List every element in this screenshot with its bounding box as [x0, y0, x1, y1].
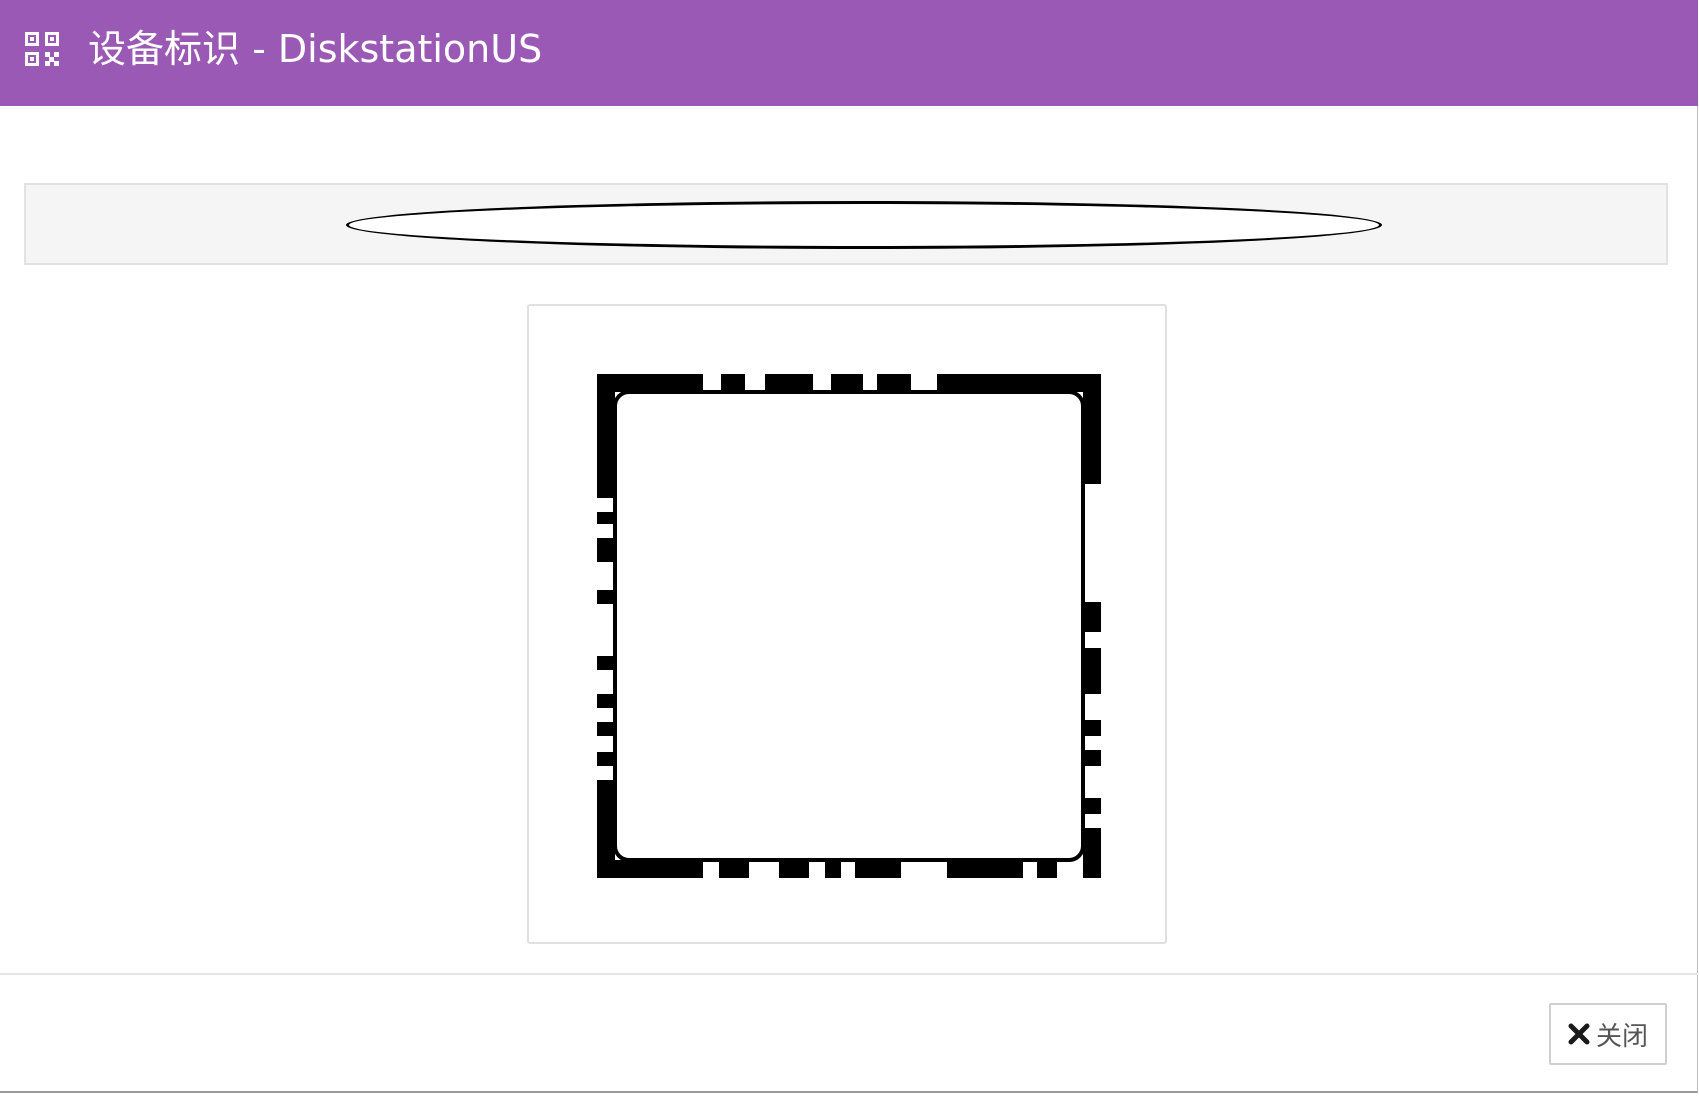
qr-code-image	[597, 374, 1101, 878]
close-button-label: 关闭	[1595, 1021, 1648, 1052]
qrcode-icon	[25, 32, 59, 66]
dialog-title-bar: 设备标识 - DiskstationUS	[0, 0, 1698, 106]
qr-code-frame	[527, 304, 1167, 944]
dialog-title: 设备标识 - DiskstationUS	[88, 27, 543, 71]
device-id-redaction	[346, 201, 1382, 249]
close-icon	[1568, 1023, 1590, 1045]
device-id-dialog: 设备标识 - DiskstationUS TP J	[0, 0, 1698, 1093]
close-button[interactable]: 关闭	[1549, 1003, 1667, 1065]
device-id-box: TP J	[24, 183, 1668, 265]
footer-divider	[0, 973, 1698, 975]
